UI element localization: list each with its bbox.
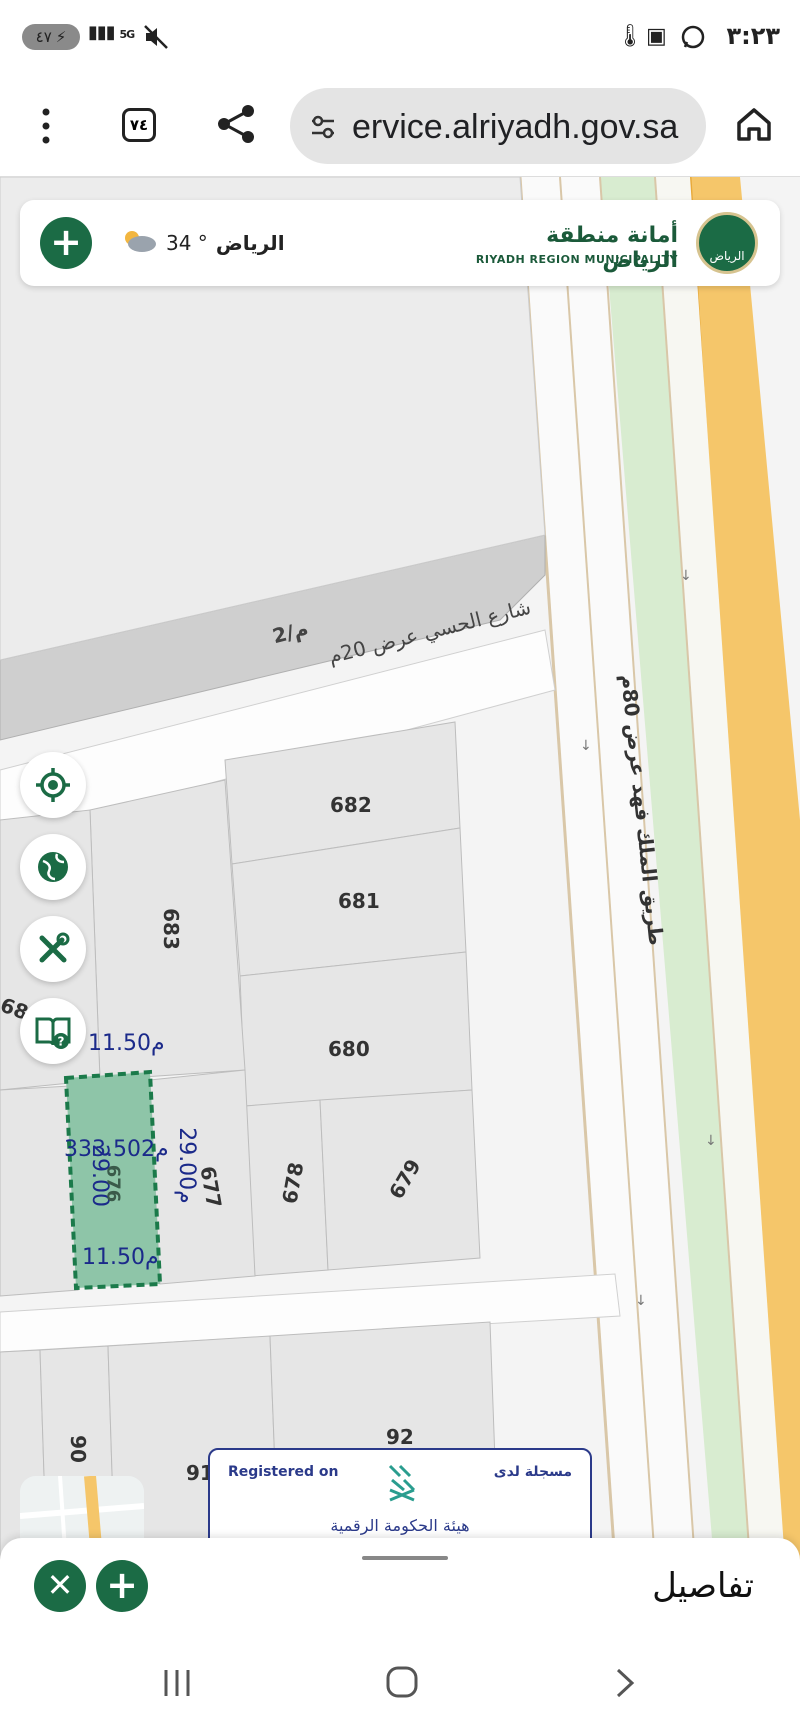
crosshair-icon [36, 768, 70, 802]
svg-text:↓: ↓ [580, 738, 592, 754]
system-nav-bar [0, 1636, 800, 1733]
plot-680-label: 680 [328, 1037, 370, 1061]
back-icon[interactable] [610, 1666, 640, 1704]
svg-text:↓: ↓ [705, 1133, 717, 1149]
address-bar[interactable]: ervice.alriyadh.gov.sa [290, 88, 706, 164]
registered-on-label-ar: مسجلة لدى [493, 1464, 572, 1480]
share-icon[interactable] [214, 102, 258, 146]
add-button[interactable]: + [40, 217, 92, 269]
status-bar: ٤٧ ⚡ ▮▮▮ 5G 🌡 ▣ ٣:٢٣ [0, 0, 800, 76]
basemap-button[interactable] [20, 834, 86, 900]
plot-92-label: 92 [386, 1425, 414, 1449]
signal-icon: ▮▮▮ [88, 22, 116, 43]
signal-indicator: ▮▮▮ 5G [88, 22, 135, 43]
menu-icon[interactable] [36, 106, 56, 146]
city-name: الرياض [215, 230, 285, 255]
charging-icon: ⚡ [55, 28, 67, 46]
site-settings-icon[interactable] [308, 112, 338, 146]
plot-680 [239, 951, 473, 1107]
dim-bottom-width: 11.50م [82, 1245, 159, 1270]
plot-681-label: 681 [338, 889, 380, 913]
globe-icon [38, 852, 68, 882]
battery-indicator: ٤٧ ⚡ [22, 24, 80, 50]
map-canvas[interactable]: ↓ ↓ ↓ ↓ طريق الملك فهد عرض 80م شارع الحس… [0, 177, 800, 1636]
details-panel[interactable]: ✕ + تفاصيل [0, 1538, 800, 1636]
battery-level: ٤٧ [35, 28, 52, 46]
help-guide-button[interactable]: ? [20, 998, 86, 1064]
dim-area: 333.50م2 [64, 1137, 169, 1162]
book-help-icon: ? [35, 1017, 71, 1049]
tab-switcher-button[interactable]: ٧٤ [122, 108, 156, 142]
whatsapp-icon [680, 24, 706, 56]
url-text: ervice.alriyadh.gov.sa [352, 108, 679, 146]
browser-toolbar: ٧٤ ervice.alriyadh.gov.sa [0, 76, 800, 177]
network-type: 5G [119, 28, 135, 41]
recent-apps-icon[interactable] [160, 1666, 194, 1704]
home-nav-icon[interactable] [384, 1664, 420, 1704]
clock: ٣:٢٣ [726, 22, 780, 50]
registered-on-label: Registered on [228, 1464, 339, 1480]
dga-logo-icon [382, 1460, 422, 1512]
locate-button[interactable] [20, 752, 86, 818]
dim-side-right: 29.00م [173, 1127, 199, 1204]
details-title: تفاصيل [652, 1566, 754, 1606]
tools-icon [39, 932, 70, 963]
close-button[interactable]: ✕ [34, 1560, 86, 1612]
mute-icon [143, 24, 169, 50]
municipality-name-en: RIYADH REGION MUNICIPALITY [475, 253, 678, 266]
cloud-sun-icon [118, 226, 158, 259]
temperature: 34 ° [166, 230, 208, 255]
authority-name: هيئة الحكومة الرقمية [330, 1516, 470, 1535]
weather-widget: 34 ° الرياض [118, 226, 285, 259]
selected-plot-number: 676 [102, 1164, 124, 1203]
svg-text:↓: ↓ [635, 1293, 647, 1309]
drag-handle[interactable] [362, 1556, 448, 1560]
map-drawing: ↓ ↓ ↓ ↓ [0, 177, 800, 1636]
plot-683-label: 683 [158, 908, 183, 950]
thermometer-icon: 🌡 [616, 24, 644, 49]
home-icon[interactable] [734, 104, 774, 144]
plot-682-label: 682 [330, 793, 372, 817]
screenshot-icon: ▣ [646, 24, 667, 49]
municipality-logo: الرياض [696, 212, 758, 274]
svg-text:?: ? [58, 1035, 65, 1049]
tools-button[interactable] [20, 916, 86, 982]
expand-button[interactable]: + [96, 1560, 148, 1612]
dim-top-width: 11.50م [88, 1031, 165, 1056]
seal-text: الرياض [709, 249, 745, 263]
plot-90-label: 90 [65, 1435, 90, 1463]
svg-text:↓: ↓ [680, 568, 692, 584]
